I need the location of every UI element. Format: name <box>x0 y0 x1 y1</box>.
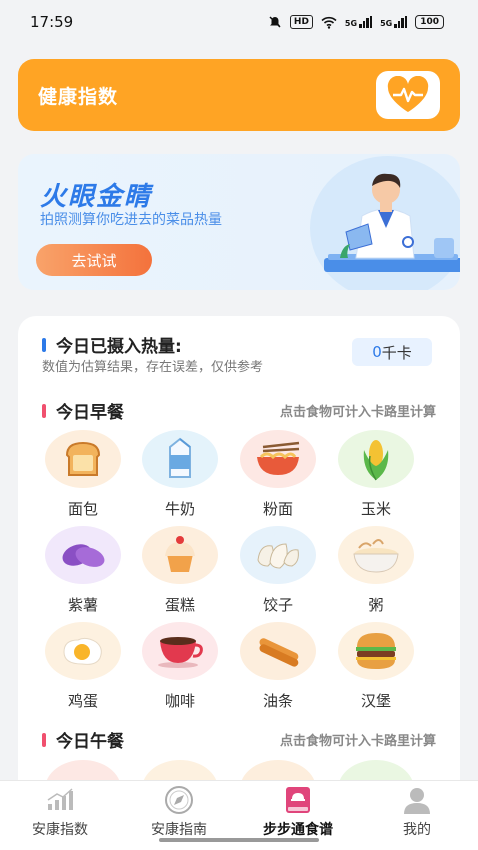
fried-dough-icon <box>240 622 316 680</box>
cake-icon <box>142 526 218 584</box>
noodles-icon <box>240 430 316 488</box>
compass-icon <box>124 785 234 815</box>
tab-label: 步步通食谱 <box>263 822 333 838</box>
food-label: 粉面 <box>262 500 293 518</box>
blue-bar <box>42 337 46 352</box>
food-label: 咖啡 <box>164 692 195 710</box>
food-item-fried-dough[interactable]: 油条 <box>233 622 323 711</box>
food-item-corn[interactable]: 玉米 <box>331 430 421 519</box>
food-item-dumpling[interactable]: 饺子 <box>233 526 323 615</box>
intake-title-text: 今日已摄入热量: <box>56 337 182 357</box>
food-label: 蛋糕 <box>164 596 195 614</box>
wifi-icon <box>321 16 337 29</box>
status-icons: HD 5G 5G 100 <box>268 15 444 29</box>
food-label: 面包 <box>67 500 98 518</box>
mute-icon <box>269 16 281 28</box>
breakfast-hint: 点击食物可计入卡路里计算 <box>279 405 436 420</box>
tab-health-guide[interactable]: 安康指南 <box>124 785 234 839</box>
food-item-noodles[interactable]: 粉面 <box>233 430 323 519</box>
banner-subtitle: 拍照测算你吃进去的菜品热量 <box>40 212 222 228</box>
food-item-hamburger[interactable]: 汉堡 <box>331 622 421 711</box>
kcal-badge: 0 千卡 <box>352 338 432 366</box>
try-it-button[interactable]: 去试试 <box>36 244 152 276</box>
health-index-card[interactable]: 健康指数 <box>18 59 460 131</box>
food-item-bread[interactable]: 面包 <box>38 430 128 519</box>
purple-sweet-potato-icon <box>45 526 121 584</box>
milk-icon <box>142 430 218 488</box>
food-item-egg[interactable]: 鸡蛋 <box>38 622 128 711</box>
pink-bar <box>42 732 46 747</box>
breakfast-header: 今日早餐 点击食物可计入卡路里计算 <box>42 398 436 423</box>
hd-badge: HD <box>289 15 313 29</box>
food-label: 油条 <box>262 692 293 710</box>
tab-health-index[interactable]: 安康指数 <box>5 785 115 839</box>
egg-icon <box>45 622 121 680</box>
heart-rate-icon <box>376 71 440 119</box>
food-item-coffee[interactable]: 咖啡 <box>135 622 225 711</box>
kcal-unit: 千卡 <box>381 343 412 362</box>
food-label: 紫薯 <box>67 596 98 614</box>
tab-recipes[interactable]: 步步通食谱 <box>243 785 353 839</box>
tab-label: 安康指数 <box>32 822 88 838</box>
doctor-illustration <box>310 156 460 290</box>
tab-profile[interactable]: 我的 <box>362 785 472 839</box>
tab-label: 我的 <box>403 822 431 838</box>
user-icon <box>362 785 472 815</box>
kcal-value: 0 <box>372 343 382 361</box>
food-scan-banner[interactable]: 火眼金睛 拍照测算你吃进去的菜品热量 去试试 <box>18 154 460 290</box>
home-indicator[interactable] <box>159 838 319 842</box>
dumpling-icon <box>240 526 316 584</box>
status-time: 17:59 <box>30 13 74 31</box>
food-label: 汉堡 <box>360 692 391 710</box>
signal-icon: 5G <box>345 16 373 28</box>
health-index-title: 健康指数 <box>38 85 119 108</box>
lunch-hint: 点击食物可计入卡路里计算 <box>279 734 436 749</box>
tab-label: 安康指南 <box>151 822 207 838</box>
intake-title: 今日已摄入热量: <box>42 332 182 357</box>
food-item-purple-sweet-potato[interactable]: 紫薯 <box>38 526 128 615</box>
food-label: 鸡蛋 <box>67 692 98 710</box>
nutrition-card: 今日已摄入热量: 数值为估算结果，存在误差，仅供参考 0 千卡 今日早餐 点击食物… <box>18 316 460 816</box>
bread-icon <box>45 430 121 488</box>
hamburger-icon <box>338 622 414 680</box>
food-item-cake[interactable]: 蛋糕 <box>135 526 225 615</box>
intake-subtitle: 数值为估算结果，存在误差，仅供参考 <box>42 360 264 375</box>
lunch-title: 今日午餐 <box>56 732 124 752</box>
banner-title: 火眼金睛 <box>40 182 153 212</box>
recipe-book-icon <box>243 785 353 815</box>
food-label: 牛奶 <box>164 500 195 518</box>
porridge-icon <box>338 526 414 584</box>
food-label: 饺子 <box>262 596 293 614</box>
pink-bar <box>42 403 46 418</box>
bar-chart-icon <box>5 785 115 815</box>
status-bar: 17:59 HD 5G 5G 100 <box>0 0 478 44</box>
food-item-milk[interactable]: 牛奶 <box>135 430 225 519</box>
food-label: 粥 <box>368 596 384 614</box>
food-item-porridge[interactable]: 粥 <box>331 526 421 615</box>
lunch-header: 今日午餐 点击食物可计入卡路里计算 <box>42 727 436 752</box>
signal-icon-2: 5G <box>380 16 408 28</box>
breakfast-title: 今日早餐 <box>56 403 124 423</box>
coffee-icon <box>142 622 218 680</box>
food-label: 玉米 <box>360 500 391 518</box>
battery-icon: 100 <box>415 15 444 29</box>
corn-icon <box>338 430 414 488</box>
